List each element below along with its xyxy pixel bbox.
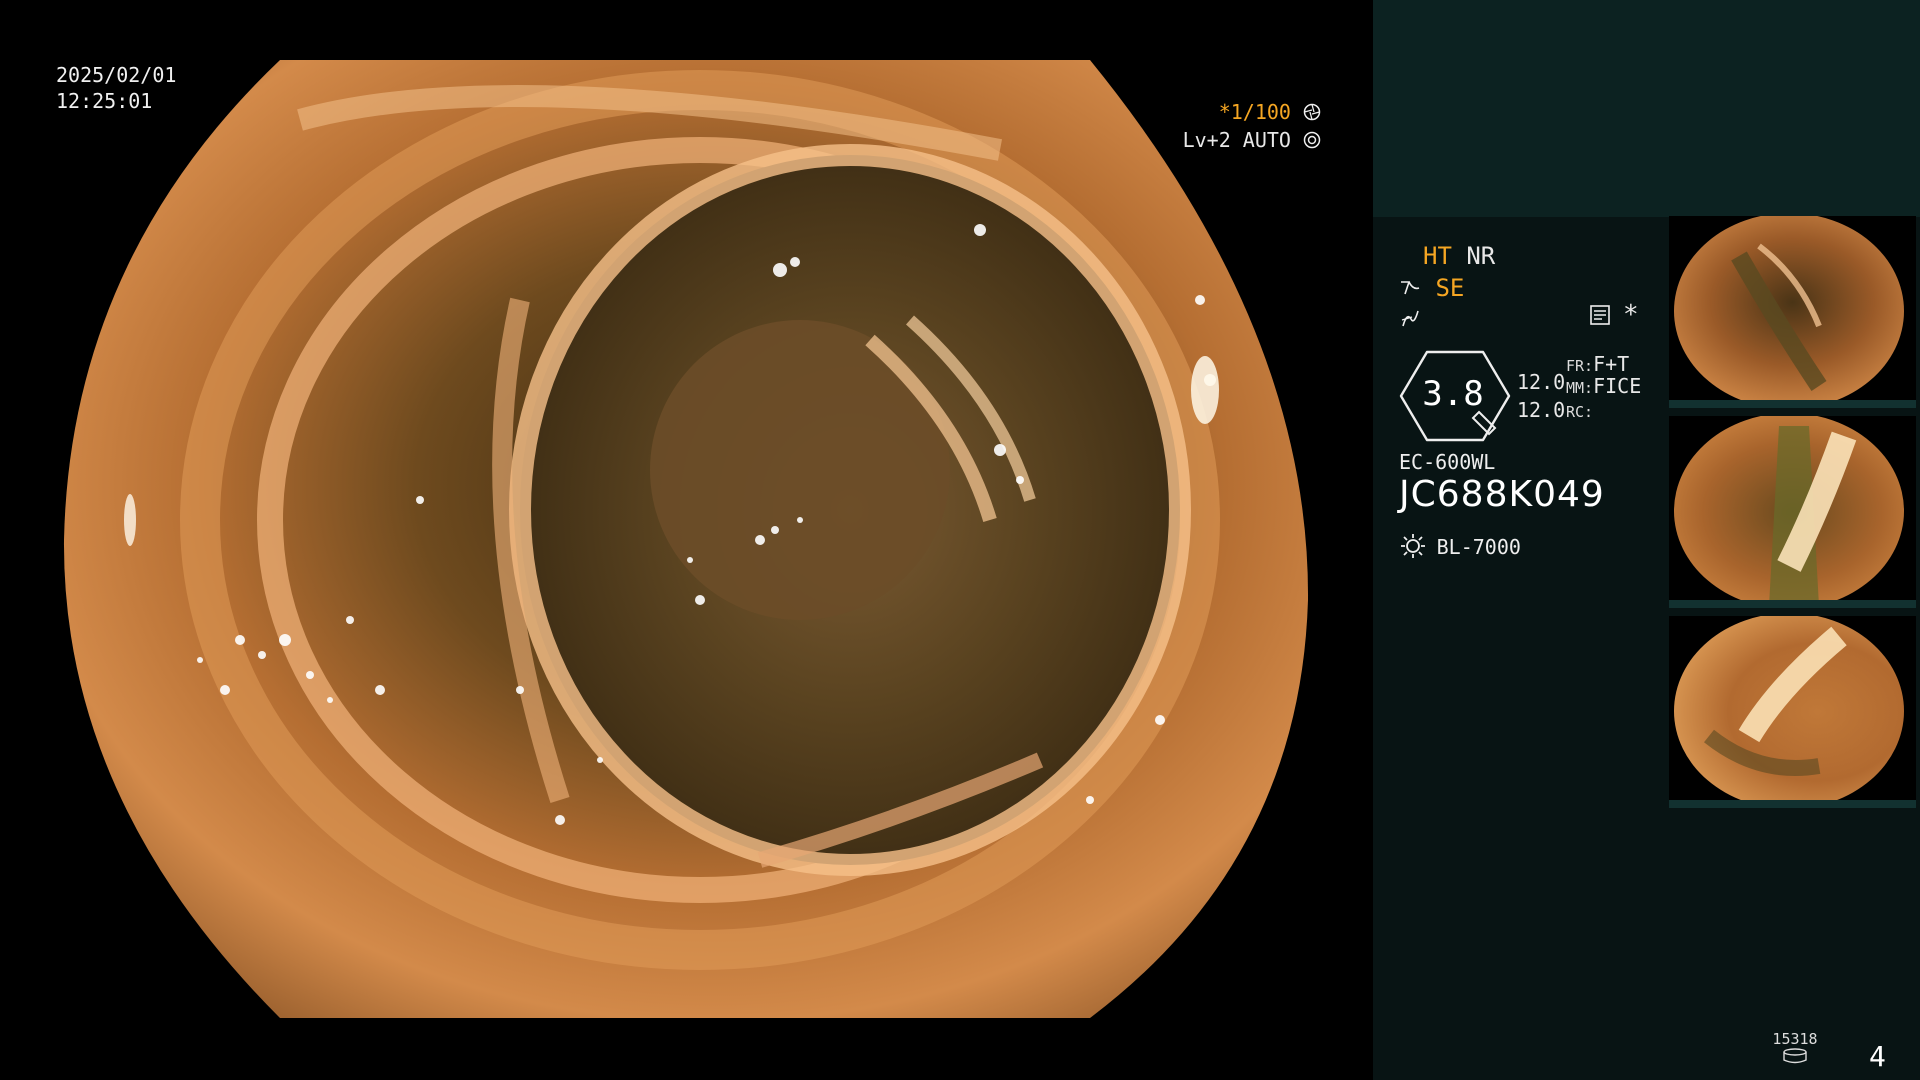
auto-iris-icon	[1303, 128, 1321, 152]
scope-model: EC-600WL	[1399, 450, 1496, 474]
panel-header-area	[1373, 0, 1920, 217]
fr-value: F+T	[1593, 352, 1630, 376]
light-source-icon	[1399, 534, 1437, 558]
scope-serial: JC688K049	[1399, 474, 1605, 515]
thumbnail-bar	[1669, 400, 1916, 408]
value-bottom: 12.0	[1517, 398, 1566, 422]
storage-icon	[1765, 1048, 1825, 1068]
memo-icon	[1589, 304, 1611, 332]
mm-label: MM:	[1566, 379, 1594, 397]
gamma-curve-icon	[1399, 308, 1421, 336]
shutter-speed: *1/100	[1218, 100, 1291, 124]
thumbnail-2[interactable]	[1669, 416, 1916, 608]
nr-indicator: NR	[1466, 242, 1496, 270]
zoom-value: 3.8	[1422, 374, 1484, 414]
image-counter: 15318	[1765, 1030, 1825, 1068]
mm-value: FICE	[1593, 374, 1642, 398]
side-panel: HT NR SE * 3.8 12.0 12.0 FR:F+T MM:FICE …	[1373, 0, 1920, 1080]
thumbnail-bar	[1669, 600, 1916, 608]
thumbnail-3[interactable]	[1669, 616, 1916, 808]
light-source-model: BL-7000	[1436, 535, 1521, 559]
zoom-gauge: 3.8	[1399, 350, 1515, 442]
thumbnail-1[interactable]	[1669, 216, 1916, 408]
exposure-info: *1/100 Lv+2 AUTO	[1183, 98, 1321, 154]
aperture-icon	[1303, 100, 1321, 124]
ht-indicator: HT	[1423, 242, 1452, 270]
structure-enhance-icon	[1399, 274, 1435, 302]
asterisk-indicator: *	[1623, 300, 1639, 330]
endoscope-view: 2025/02/01 12:25:01 *1/100 Lv+2 AUTO	[0, 0, 1373, 1080]
page-number: 4	[1869, 1040, 1886, 1073]
se-indicator: SE	[1435, 274, 1465, 302]
capture-date: 2025/02/01	[56, 63, 177, 87]
thumbnail-bar	[1669, 800, 1916, 808]
image-count: 15318	[1772, 1030, 1818, 1048]
fr-label: FR:	[1566, 357, 1594, 375]
value-top: 12.0	[1517, 370, 1566, 394]
capture-time: 12:25:01	[56, 89, 153, 113]
rc-label: RC:	[1566, 403, 1594, 421]
endoscopic-image	[63, 60, 1309, 1018]
timestamp: 2025/02/01 12:25:01	[56, 62, 176, 114]
brightness-level: Lv+2 AUTO	[1182, 128, 1291, 152]
